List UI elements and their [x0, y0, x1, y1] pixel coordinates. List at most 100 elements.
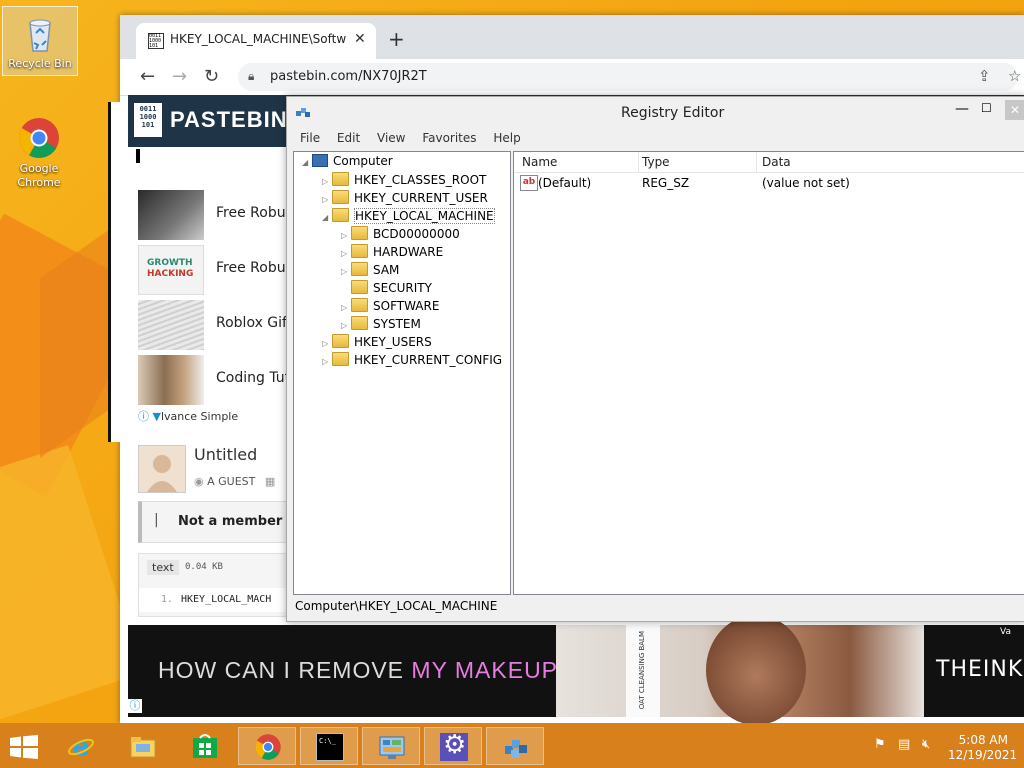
close-tab-icon[interactable]: ✕ [354, 31, 366, 47]
expand-arrow-icon[interactable]: ▷ [341, 303, 351, 312]
ad-item[interactable]: Free Robux [138, 190, 294, 240]
share-icon[interactable]: ⇪ [978, 67, 991, 85]
line-number: 1. [161, 594, 174, 605]
expand-arrow-icon[interactable]: ▷ [341, 267, 351, 276]
collapse-arrow-icon[interactable]: ◢ [302, 158, 312, 167]
cmd-glyph: C:\_ [319, 737, 336, 745]
browser-tab[interactable]: 00111000101 HKEY_LOCAL_MACHINE\Software … [136, 23, 376, 59]
banner-corner-label[interactable]: Va [1000, 627, 1011, 637]
folder-icon [351, 316, 368, 330]
tree-node-sam[interactable]: ▷ SAM [341, 262, 399, 280]
taskbar-file-explorer[interactable] [114, 727, 172, 765]
network-icon[interactable]: ▤ [898, 737, 910, 752]
tree-node-hkey-current-user[interactable]: ▷ HKEY_CURRENT_USER [322, 190, 488, 208]
minimize-icon[interactable]: — [955, 101, 969, 117]
tree-node-system[interactable]: ▷ SYSTEM [341, 316, 421, 334]
column-header-type[interactable]: Type [642, 155, 670, 169]
ad-item[interactable]: Roblox Gift [138, 300, 292, 350]
tree-node-security[interactable]: SECURITY [341, 280, 432, 298]
tree-node-bcd[interactable]: ▷ BCD00000000 [341, 226, 460, 244]
menu-file[interactable]: File [300, 131, 320, 145]
model-face [706, 615, 806, 723]
maximize-icon[interactable]: ☐ [981, 101, 992, 115]
taskbar-control-panel[interactable] [362, 727, 420, 765]
expand-arrow-icon[interactable]: ▷ [322, 177, 332, 186]
clock-date: 12/19/2021 [948, 748, 1018, 762]
value-name[interactable]: (Default) [538, 176, 591, 190]
ad-choices[interactable]: ⓘ ▼lvance Simple [138, 408, 238, 424]
recycle-bin-desktop-icon[interactable]: Recycle Bin [2, 6, 78, 76]
ad-title: Free Robux [216, 260, 294, 276]
pastebin-logo-icon[interactable]: 0011 1000 101 [134, 103, 162, 137]
speaker-muted-icon[interactable]: 🔇︎ [922, 737, 930, 752]
expand-arrow-icon[interactable]: ▷ [322, 195, 332, 204]
registry-tree: ◢ Computer ▷ HKEY_CLASSES_ROOT ▷ HKEY_CURRE… [293, 151, 511, 595]
adchoices-icon[interactable]: ▼ [153, 410, 161, 423]
folder-icon [130, 737, 156, 758]
menu-edit[interactable]: Edit [337, 131, 360, 145]
tree-node-hkey-current-config[interactable]: ▷ HKEY_CURRENT_CONFIG [322, 352, 502, 370]
menu-view[interactable]: View [377, 131, 405, 145]
pastebin-site-name[interactable]: PASTEBIN [170, 107, 288, 133]
tree-node-hkey-classes-root[interactable]: ▷ HKEY_CLASSES_ROOT [322, 172, 486, 190]
omnibox[interactable]: 🔒︎ pastebin.com/NX70JR2T ⇪ ☆ [238, 63, 1021, 91]
collapse-arrow-icon[interactable]: ◢ [322, 213, 332, 222]
system-clock[interactable]: 5:08 AM 12/19/2021 [948, 733, 1018, 763]
info-icon[interactable]: ⓘ [138, 410, 149, 423]
menu-favorites[interactable]: Favorites [422, 131, 476, 145]
tree-node-label: HKEY_CLASSES_ROOT [354, 173, 487, 187]
forward-icon[interactable]: → [172, 66, 187, 87]
close-window-icon[interactable]: ✕ [1005, 100, 1024, 120]
makeup-ad-banner[interactable]: HOW CAN I REMOVE MY MAKEUP? OAT CLEANSIN… [128, 615, 1024, 723]
taskbar-command-prompt[interactable]: C:\_ [300, 727, 358, 765]
tree-node-hkey-local-machine[interactable]: ◢ HKEY_LOCAL_MACHINE [322, 208, 495, 226]
ad-item[interactable]: Coding Tut [138, 355, 291, 405]
avatar[interactable] [138, 445, 186, 493]
lock-icon[interactable]: 🔒︎ [248, 69, 254, 84]
expand-arrow-icon[interactable]: ▷ [341, 321, 351, 330]
taskbar-ie[interactable]: e [52, 727, 110, 765]
column-header-name[interactable]: Name [522, 155, 557, 169]
chrome-icon [255, 734, 281, 760]
start-button[interactable] [10, 735, 38, 762]
taskbar-settings[interactable]: ⚙ [424, 727, 482, 765]
tree-node-label: HKEY_CURRENT_USER [354, 191, 488, 205]
regedit-title-bar[interactable]: Registry Editor — ☐ ✕ [287, 97, 1024, 127]
google-chrome-desktop-icon[interactable]: Google Chrome [2, 112, 76, 190]
banner-text-part1: HOW CAN I REMOVE [158, 657, 412, 683]
back-icon[interactable]: ← [140, 66, 155, 87]
bookmark-star-icon[interactable]: ☆ [1008, 67, 1021, 85]
expand-arrow-icon[interactable]: ▷ [322, 339, 332, 348]
ad-title: Coding Tut [216, 370, 291, 386]
value-type: REG_SZ [642, 176, 690, 190]
action-center-flag-icon[interactable]: ⚑ [874, 737, 886, 752]
windows-logo-icon [10, 735, 38, 759]
tree-node-computer[interactable]: ◢ Computer [302, 154, 393, 172]
expand-arrow-icon[interactable]: ▷ [341, 249, 351, 258]
tab-strip: 00111000101 HKEY_LOCAL_MACHINE\Software … [120, 15, 1024, 59]
column-divider[interactable] [756, 152, 757, 172]
tree-node-label: BCD00000000 [373, 227, 460, 241]
expand-arrow-icon[interactable]: ▷ [341, 231, 351, 240]
taskbar-store[interactable] [176, 727, 234, 765]
taskbar-chrome[interactable] [238, 727, 296, 765]
tree-node-label: SAM [373, 263, 400, 277]
tree-node-software[interactable]: ▷ SOFTWARE [341, 298, 439, 316]
tree-node-hkey-users[interactable]: ▷ HKEY_USERS [322, 334, 432, 352]
author-name[interactable]: A GUEST [207, 475, 255, 488]
syntax-badge[interactable]: text [147, 560, 179, 575]
ad-info-icon[interactable]: ⓘ [128, 699, 142, 713]
tree-node-label: HKEY_CURRENT_CONFIG [354, 353, 503, 367]
new-tab-icon[interactable]: + [388, 27, 405, 51]
column-divider[interactable] [638, 152, 639, 172]
taskbar-registry-editor[interactable] [486, 727, 544, 765]
tree-node-hardware[interactable]: ▷ HARDWARE [341, 244, 443, 262]
url-text: pastebin.com/NX70JR2T [270, 69, 427, 84]
column-header-data[interactable]: Data [762, 155, 791, 169]
ad-item[interactable]: GROWTH HACKING Free Robux [138, 245, 294, 295]
ad-title: Free Robux [216, 205, 294, 221]
menu-help[interactable]: Help [493, 131, 520, 145]
folder-open-icon [332, 208, 349, 222]
reload-icon[interactable]: ↻ [204, 66, 219, 87]
expand-arrow-icon[interactable]: ▷ [322, 357, 332, 366]
